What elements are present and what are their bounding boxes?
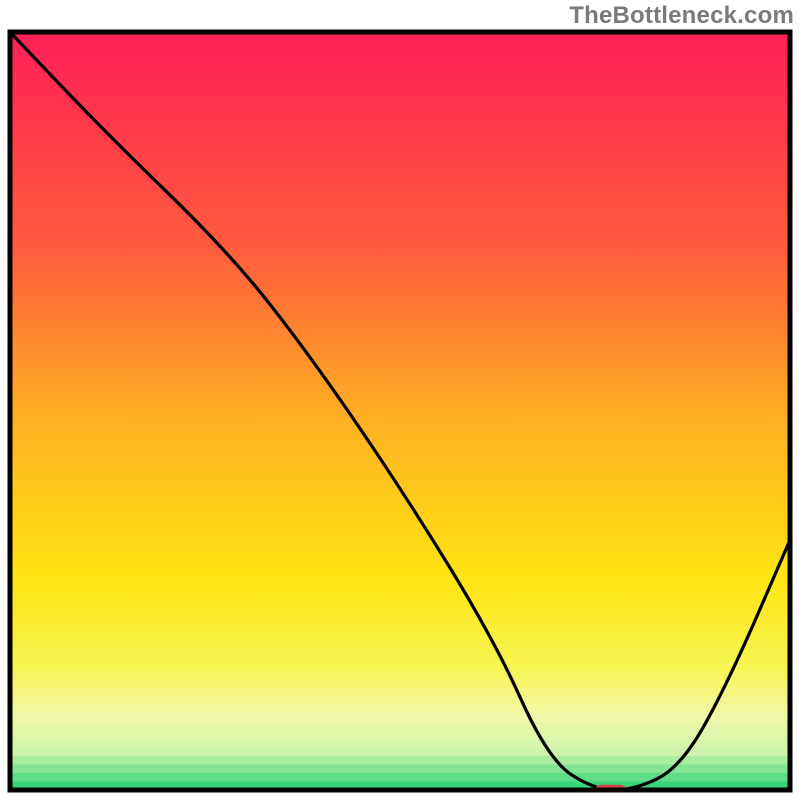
chart-stage: TheBottleneck.com — [0, 0, 800, 800]
gradient-bands — [10, 654, 790, 791]
watermark-text: TheBottleneck.com — [569, 2, 794, 30]
bottleneck-chart — [0, 0, 800, 800]
